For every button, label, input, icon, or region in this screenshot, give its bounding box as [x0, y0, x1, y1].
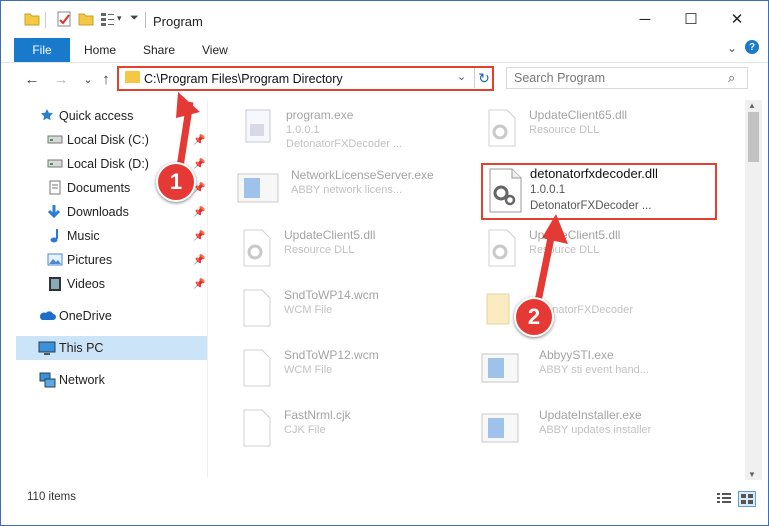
arrow-head — [542, 214, 568, 244]
step-1-badge: 1 — [156, 162, 196, 202]
annotation-arrows — [174, 92, 568, 317]
step-2-badge: 2 — [514, 297, 554, 337]
arrow-head — [176, 92, 200, 118]
